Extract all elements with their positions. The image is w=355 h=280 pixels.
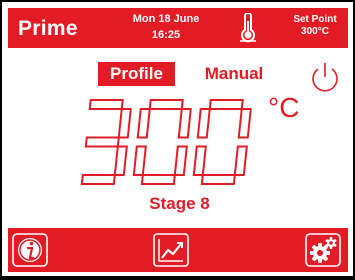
info-button[interactable] bbox=[12, 233, 48, 267]
digit-segment bbox=[148, 99, 184, 110]
digit-segment bbox=[196, 108, 211, 139]
stage-label: Stage 8 bbox=[149, 194, 210, 213]
graph-icon bbox=[153, 233, 189, 267]
digit-segment bbox=[192, 145, 207, 176]
temperature-digit bbox=[192, 99, 252, 185]
digit-segment bbox=[208, 99, 244, 110]
digit-segment bbox=[173, 145, 188, 176]
digit-segment bbox=[237, 108, 252, 139]
temperature-digit bbox=[132, 99, 192, 185]
temperature-digit bbox=[80, 99, 132, 185]
digit-segment bbox=[132, 145, 147, 176]
digit-segment bbox=[88, 99, 124, 110]
bottom-bar bbox=[8, 228, 348, 272]
digit-segment bbox=[177, 108, 192, 139]
digit-segment bbox=[140, 174, 176, 185]
digit-segment bbox=[117, 108, 132, 139]
info-icon bbox=[12, 233, 48, 267]
digit-segment bbox=[233, 145, 248, 176]
settings-button[interactable] bbox=[305, 233, 341, 267]
digit-segment bbox=[113, 145, 128, 176]
digit-segment bbox=[84, 136, 120, 148]
graph-button[interactable] bbox=[153, 233, 189, 267]
digit-segment bbox=[80, 174, 116, 185]
settings-icon bbox=[305, 233, 341, 267]
device-screen: Prime Mon 18 June 16:25 Set Point 300°C … bbox=[0, 0, 355, 278]
digit-segment bbox=[200, 174, 236, 185]
digit-segment bbox=[136, 108, 151, 139]
